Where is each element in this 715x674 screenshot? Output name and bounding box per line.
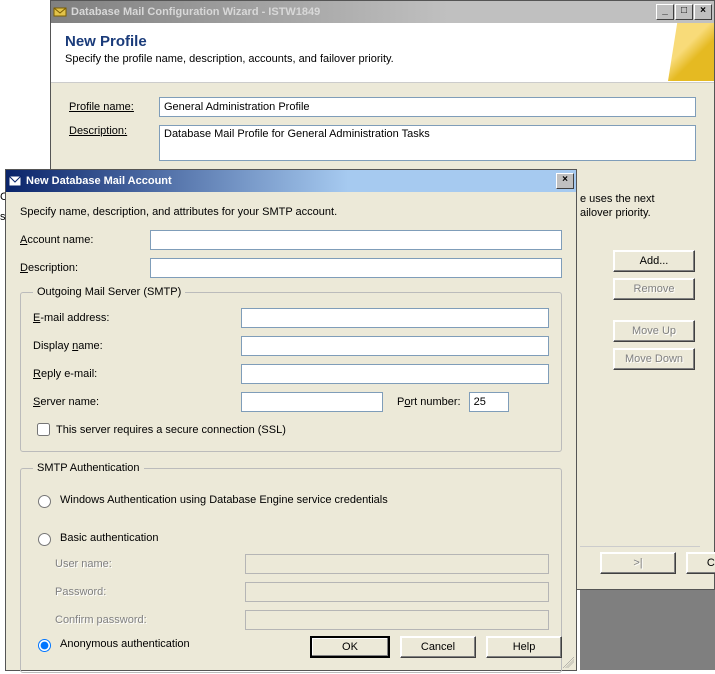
smtp-fieldset: Outgoing Mail Server (SMTP) E-mail addre… (20, 286, 562, 452)
add-button[interactable]: Add... (613, 250, 695, 272)
basic-confirm-input (245, 610, 549, 630)
profile-name-input[interactable] (159, 97, 696, 117)
account-side-buttons: Add... Remove Move Up Move Down (613, 250, 695, 370)
account-name-label: Account name: (20, 234, 150, 246)
move-down-button[interactable]: Move Down (613, 348, 695, 370)
auth-basic-label: Basic authentication (60, 532, 158, 544)
port-input[interactable] (469, 392, 509, 412)
wizard-title: Database Mail Configuration Wizard - IST… (71, 6, 656, 18)
auth-windows-radio[interactable] (38, 495, 51, 508)
remove-button[interactable]: Remove (613, 278, 695, 300)
display-name-label: Display name: (33, 340, 241, 352)
basic-pass-input (245, 582, 549, 602)
wizard-header-title: New Profile (65, 33, 700, 50)
server-name-label: Server name: (33, 396, 241, 408)
dialog-instruction: Specify name, description, and attribute… (20, 206, 562, 218)
dialog-title: New Database Mail Account (26, 175, 556, 187)
reply-email-label: Reply e-mail: (33, 368, 241, 380)
ok-button[interactable]: OK (310, 636, 390, 658)
port-label: Port number: (397, 396, 461, 408)
ssl-label: This server requires a secure connection… (56, 424, 286, 436)
account-description-label: Description: (20, 262, 150, 274)
profile-name-label: Profile name: (69, 101, 159, 113)
hint-text-right: e uses the next ailover priority. (580, 192, 690, 220)
close-button[interactable]: × (694, 4, 712, 20)
basic-user-label: User name: (55, 558, 245, 570)
wizard-title-icon (53, 5, 67, 19)
reply-email-input[interactable] (241, 364, 549, 384)
ssl-checkbox[interactable] (37, 423, 50, 436)
wizard-header-subtitle: Specify the profile name, description, a… (65, 53, 700, 65)
auth-anon-label: Anonymous authentication (60, 638, 190, 650)
account-dialog: New Database Mail Account × Specify name… (5, 169, 577, 671)
email-input[interactable] (241, 308, 549, 328)
next-button[interactable]: >| (600, 552, 676, 574)
dialog-title-icon (8, 174, 22, 188)
parent-dark-area (580, 590, 715, 670)
basic-user-input (245, 554, 549, 574)
smtp-legend: Outgoing Mail Server (SMTP) (33, 286, 185, 298)
move-up-button[interactable]: Move Up (613, 320, 695, 342)
header-artwork (668, 23, 714, 81)
maximize-button[interactable]: □ (675, 4, 693, 20)
help-button[interactable]: Help (486, 636, 562, 658)
auth-legend: SMTP Authentication (33, 462, 144, 474)
email-label: E-mail address: (33, 312, 241, 324)
wizard-header: New Profile Specify the profile name, de… (51, 23, 714, 83)
dialog-body: Specify name, description, and attribute… (6, 192, 576, 670)
dialog-close-button[interactable]: × (556, 173, 574, 189)
account-name-input[interactable] (150, 230, 562, 250)
wizard-titlebar[interactable]: Database Mail Configuration Wizard - IST… (51, 1, 714, 23)
auth-basic-radio[interactable] (38, 533, 51, 546)
account-description-input[interactable] (150, 258, 562, 278)
minimize-button[interactable]: _ (656, 4, 674, 20)
dialog-cancel-button[interactable]: Cancel (400, 636, 476, 658)
display-name-input[interactable] (241, 336, 549, 356)
wizard-cancel-button[interactable]: Cancel (686, 552, 715, 574)
resize-grip[interactable] (560, 654, 574, 668)
basic-pass-label: Password: (55, 586, 245, 598)
profile-description-input[interactable] (159, 125, 696, 161)
server-name-input[interactable] (241, 392, 383, 412)
profile-description-label: Description: (69, 125, 159, 137)
basic-confirm-label: Confirm password: (55, 614, 245, 626)
auth-anon-radio[interactable] (38, 639, 51, 652)
auth-windows-label: Windows Authentication using Database En… (60, 494, 388, 506)
dialog-titlebar[interactable]: New Database Mail Account × (6, 170, 576, 192)
